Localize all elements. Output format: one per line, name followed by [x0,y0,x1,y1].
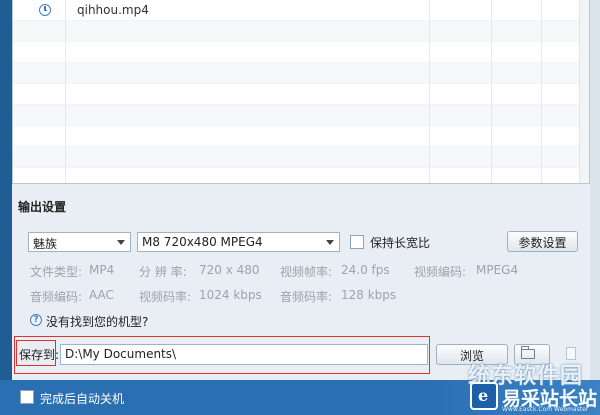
audio-codec-label: 音频编码: [30,290,83,304]
file-row-empty [13,147,589,168]
file-row-empty [13,84,589,105]
resolution-label: 分 辨 率: [139,265,187,279]
clock-icon [39,4,51,16]
file-row-empty [13,42,589,63]
file-row-empty [13,168,589,183]
column-divider [541,0,542,183]
keep-ratio-label: 保持长宽比 [370,236,431,250]
auto-shutdown-label: 完成后自动关机 [40,392,125,406]
file-row-empty [13,126,589,147]
frame-rate-value: 24.0 fps [341,263,390,277]
file-row-empty [13,63,589,84]
frame-rate-label: 视频帧率: [280,265,333,279]
video-bitrate-value: 1024 kbps [199,288,262,302]
file-type-label: 文件类型: [30,265,83,279]
audio-codec-value: AAC [89,288,114,302]
video-bitrate-label: 视频码率: [139,290,192,304]
keep-ratio-checkbox[interactable] [350,235,364,249]
missing-model-link[interactable]: 没有找到您的机型? [46,313,148,330]
output-settings-title: 输出设置 [18,200,67,214]
file-name: qihhou.mp4 [77,3,149,17]
watermark-url-text: Www.Easck.Com Webmaster [502,406,589,413]
params-settings-button[interactable]: 参数设置 [507,231,578,252]
resolution-value: 720 x 480 [199,263,260,277]
chevron-down-icon [326,240,334,245]
format-select[interactable]: M8 720x480 MPEG4 [137,232,340,252]
device-brand-value: 魅族 [33,237,58,251]
save-to-label: 保存到: [19,348,60,362]
file-row-empty [13,105,589,126]
window-left-edge [0,0,12,415]
audio-bitrate-label: 音频码率: [280,290,333,304]
auto-shutdown-checkbox[interactable] [20,390,34,404]
column-divider [491,0,492,183]
window-right-edge [590,0,600,415]
column-divider [429,0,430,183]
column-divider [65,0,66,183]
watermark-logo: e [470,382,498,410]
file-row[interactable]: qihhou.mp4 [13,0,589,21]
format-value: M8 720x480 MPEG4 [142,235,263,249]
save-path-input[interactable]: D:\My Documents\ [60,344,428,365]
help-icon: ? [30,314,42,326]
file-type-value: MP4 [89,263,115,277]
scrollbar[interactable] [579,0,589,183]
device-brand-select[interactable]: 魅族 [28,232,131,252]
file-list[interactable]: qihhou.mp4 [12,0,590,184]
chevron-down-icon [117,240,125,245]
file-row-empty [13,21,589,42]
video-codec-label: 视频编码: [414,265,467,279]
audio-bitrate-value: 128 kbps [341,288,397,302]
video-codec-value: MPEG4 [476,263,519,277]
